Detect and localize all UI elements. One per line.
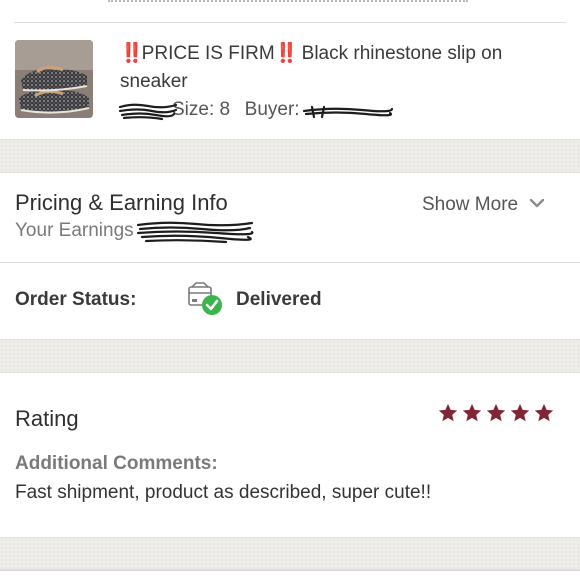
section-separator [0,139,580,173]
earnings-redaction [136,221,254,244]
double-exclamation-icon: ‼️ [274,43,299,64]
star-icon [486,403,506,422]
clipped-top-text [108,0,468,4]
earnings-label: Your Earnings [15,220,134,241]
rating-stars [437,402,555,424]
section-separator [0,537,580,570]
rating-section: Rating Additional Comments: Fast shipmen… [0,373,580,537]
double-exclamation-icon: ‼️ [120,43,144,64]
star-icon [534,403,554,422]
rating-heading: Rating [15,406,79,431]
order-item-row[interactable]: ‼️PRICE IS FIRM‼️ Black rhinestone slip … [0,23,580,139]
price-firm-text: PRICE IS FIRM [141,43,275,64]
size-value: 8 [219,99,231,120]
order-status-value: Delivered [236,289,322,310]
comments-label: Additional Comments: [15,453,218,474]
show-more-label: Show More [422,194,519,215]
pricing-section[interactable]: Pricing & Earning Info Your Earnings Sho… [0,173,580,263]
buyer-label: Buyer: [244,99,300,120]
buyer-redaction [302,105,394,119]
show-more-button[interactable]: Show More [422,192,545,218]
size-label: Size: [172,99,215,120]
chevron-down-icon [530,198,545,208]
star-icon [462,403,482,422]
bottom-divider [0,570,580,571]
pricing-heading: Pricing & Earning Info [15,190,228,215]
order-status-label: Order Status: [15,289,137,310]
star-icon [438,403,458,422]
order-status-row: Order Status: Delivered [0,263,580,339]
star-icon [510,403,530,422]
section-separator [0,339,580,373]
price-redaction [118,103,178,121]
item-title[interactable]: ‼️PRICE IS FIRM‼️ Black rhinestone slip … [120,40,560,96]
product-thumbnail[interactable] [15,40,93,118]
comment-text: Fast shipment, product as described, sup… [15,482,432,503]
package-delivered-icon [188,282,222,315]
